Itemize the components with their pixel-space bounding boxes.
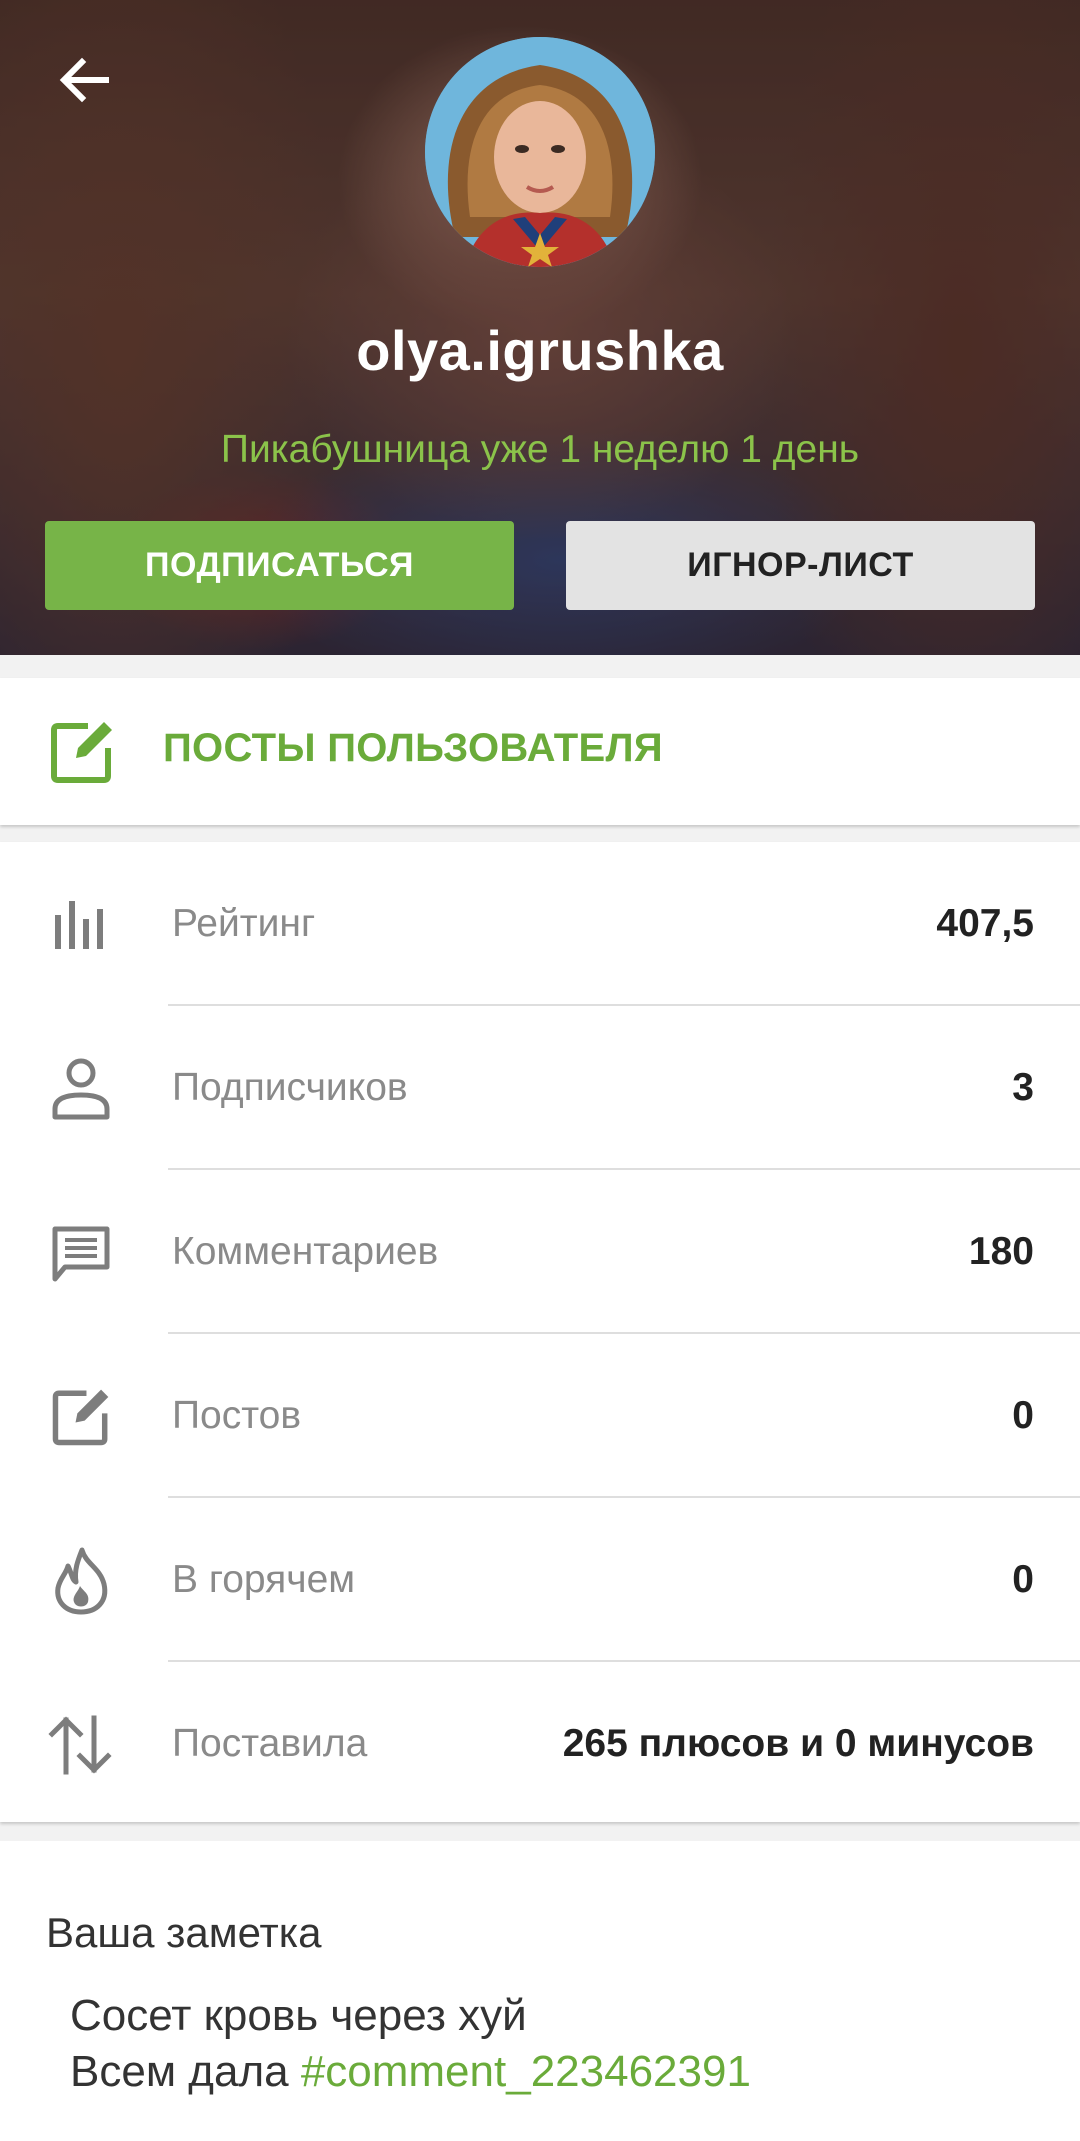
comment-link[interactable]: #comment_223462391 <box>301 2047 751 2096</box>
stat-value: 0 <box>1012 1558 1034 1601</box>
comment-icon <box>46 1218 116 1288</box>
avatar-image <box>425 37 655 267</box>
flame-icon <box>46 1546 116 1616</box>
back-button[interactable] <box>48 44 120 116</box>
stat-value: 180 <box>968 1230 1034 1273</box>
note-text-line: Всем дала #comment_223462391 <box>70 2047 751 2097</box>
user-note[interactable]: Ваша заметка Сосет кровь через хуй Всем … <box>0 1841 1080 2141</box>
stat-label: Рейтинг <box>172 902 316 945</box>
stat-label: Постов <box>172 1394 302 1437</box>
stat-row-posts[interactable]: Постов 0 <box>0 1334 1080 1498</box>
tenure-text: Пикабушница уже 1 неделю 1 день <box>220 428 860 471</box>
stat-value: 265 плюсов и 0 минусов <box>562 1722 1034 1765</box>
subscribe-button[interactable]: ПОДПИСАТЬСЯ <box>45 521 514 610</box>
stat-row-votes: Поставила 265 плюсов и 0 минусов <box>0 1662 1080 1826</box>
note-title: Ваша заметка <box>46 1909 322 1956</box>
stat-row-comments[interactable]: Комментариев 180 <box>0 1170 1080 1334</box>
stat-value: 407,5 <box>936 902 1034 945</box>
stat-label: Комментариев <box>172 1230 439 1273</box>
arrow-left-icon <box>59 57 109 103</box>
sort-arrows-icon <box>46 1710 116 1780</box>
user-posts-label: ПОСТЫ ПОЛЬЗОВАТЕЛЯ <box>163 726 663 770</box>
edit-square-icon <box>46 1382 116 1452</box>
bar-chart-icon <box>46 890 116 960</box>
stat-label: Поставила <box>172 1722 368 1765</box>
person-icon <box>46 1054 116 1124</box>
stat-value: 0 <box>1012 1394 1034 1437</box>
user-posts-link[interactable]: ПОСТЫ ПОЛЬЗОВАТЕЛЯ <box>0 678 1080 825</box>
stat-row-subscribers[interactable]: Подписчиков 3 <box>0 1006 1080 1170</box>
profile-header: olya.igrushka Пикабушница уже 1 неделю 1… <box>0 0 1080 655</box>
avatar[interactable] <box>425 37 655 267</box>
ignore-list-button[interactable]: ИГНОР-ЛИСТ <box>566 521 1035 610</box>
stat-row-rating: Рейтинг 407,5 <box>0 842 1080 1006</box>
stat-label: В горячем <box>172 1558 356 1601</box>
edit-square-icon <box>48 718 116 786</box>
username: olya.igrushka <box>356 319 724 382</box>
stat-row-hot[interactable]: В горячем 0 <box>0 1498 1080 1662</box>
stats-list: Рейтинг 407,5 Подписчиков 3 Комментариев… <box>0 842 1080 1822</box>
note-text-line: Сосет кровь через хуй <box>70 1991 527 2040</box>
stat-value: 3 <box>1012 1066 1034 1109</box>
note-text: Всем дала <box>70 2047 301 2096</box>
stat-label: Подписчиков <box>172 1066 408 1109</box>
